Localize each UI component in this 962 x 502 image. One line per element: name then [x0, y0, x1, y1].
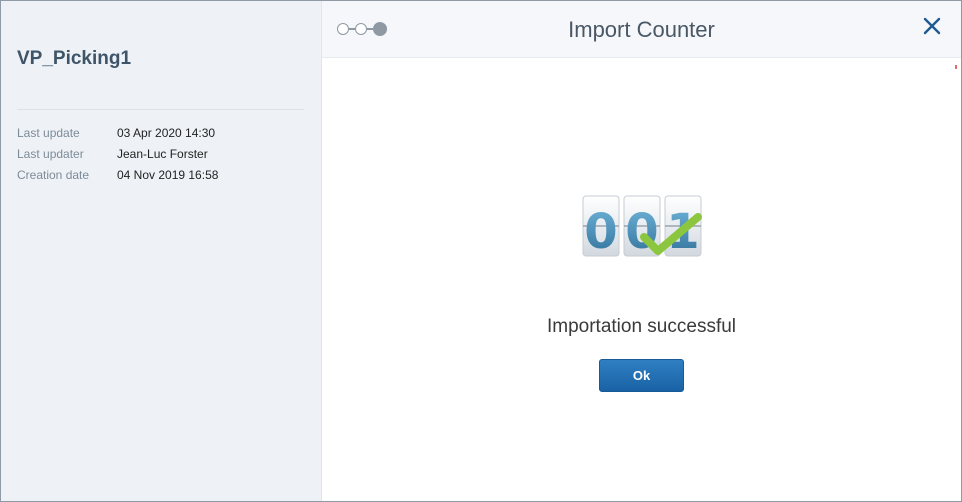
meta-row-last-update: Last update 03 Apr 2020 14:30 [17, 126, 218, 147]
meta-value: Jean-Luc Forster [117, 147, 208, 161]
counter-success-icon: 0 0 1 [582, 193, 702, 263]
import-counter-window: VP_Picking1 Last update 03 Apr 2020 14:3… [0, 0, 962, 502]
close-icon[interactable] [921, 15, 943, 37]
record-info-panel: VP_Picking1 Last update 03 Apr 2020 14:3… [1, 1, 322, 501]
success-message: Importation successful [546, 316, 737, 337]
dialog-header: Import Counter [322, 1, 961, 58]
dialog-title: Import Counter [568, 17, 715, 42]
meta-label: Creation date [17, 168, 90, 182]
dialog-panel: Import Counter 0 0 1 Importation success… [322, 1, 961, 501]
scroll-indicator [955, 65, 957, 69]
record-metadata: Last update 03 Apr 2020 14:30 Last updat… [17, 126, 218, 189]
divider [17, 109, 304, 110]
meta-row-last-updater: Last updater Jean-Luc Forster [17, 147, 218, 168]
meta-label: Last updater [17, 147, 84, 161]
meta-label: Last update [17, 126, 80, 140]
ok-button[interactable]: Ok [599, 359, 684, 392]
record-title: VP_Picking1 [17, 48, 132, 69]
meta-value: 04 Nov 2019 16:58 [117, 168, 219, 182]
counter-card-1: 0 [582, 195, 620, 260]
meta-row-creation-date: Creation date 04 Nov 2019 16:58 [17, 168, 218, 189]
counter-digit: 0 [584, 204, 617, 260]
meta-value: 03 Apr 2020 14:30 [117, 126, 216, 140]
